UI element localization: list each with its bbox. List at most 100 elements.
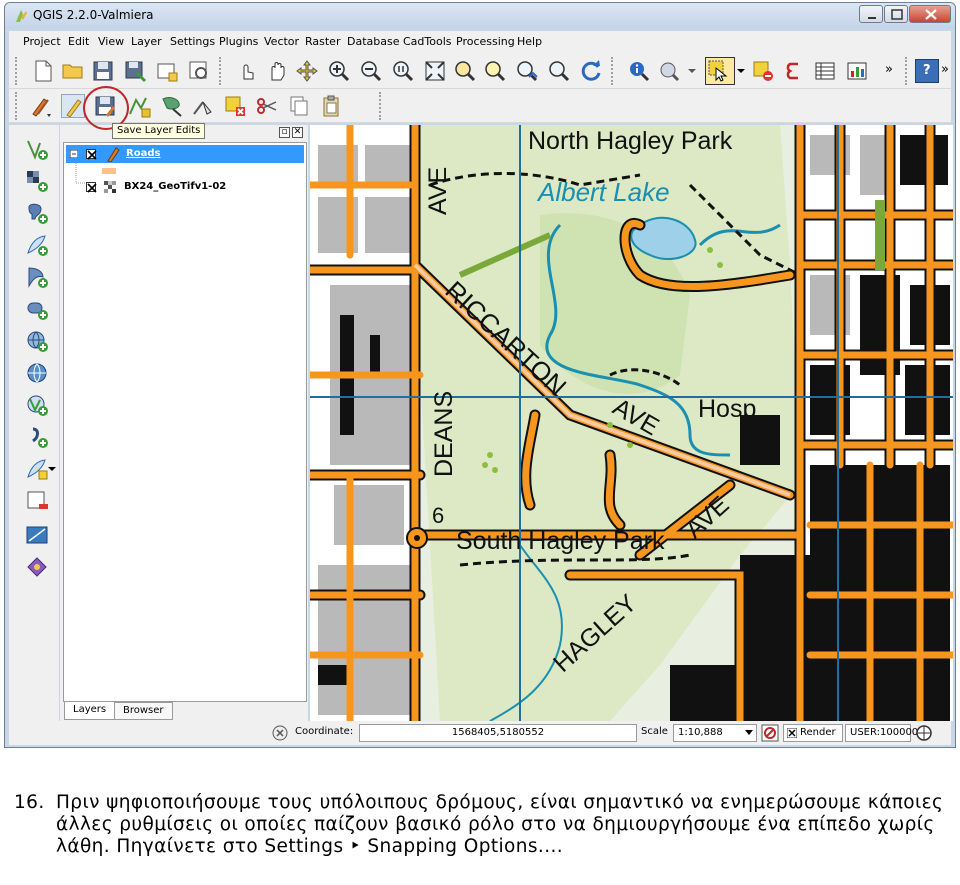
toolbar-grip[interactable] <box>905 57 909 85</box>
field-calculator-button[interactable] <box>781 59 805 83</box>
toolbar-grip[interactable] <box>15 92 19 120</box>
scale-combo[interactable]: 1:10,888 <box>673 724 757 742</box>
close-button[interactable] <box>909 5 951 23</box>
tab-layers[interactable]: Layers <box>64 702 116 720</box>
close-panel-button[interactable]: ✕ <box>292 127 303 138</box>
menu-cadtools[interactable]: CadTools <box>403 35 452 48</box>
toolbar-overflow-button[interactable]: » <box>885 62 893 77</box>
chevron-down-icon <box>737 69 745 73</box>
pan-map-button[interactable] <box>265 59 289 83</box>
new-layer-dropdown[interactable] <box>47 457 57 481</box>
toolbar-grip[interactable] <box>611 57 615 85</box>
help-button[interactable]: ? <box>915 59 939 83</box>
collapse-icon[interactable] <box>70 150 78 158</box>
node-tool-button[interactable] <box>191 94 215 118</box>
add-feature-button[interactable] <box>127 94 151 118</box>
action-dropdown[interactable] <box>685 59 699 83</box>
menu-edit[interactable]: Edit <box>68 35 89 48</box>
menu-vector[interactable]: Vector <box>264 35 299 48</box>
cut-features-button[interactable] <box>255 94 279 118</box>
zoom-1-1-icon <box>393 61 414 82</box>
add-raster-layer-button[interactable] <box>25 169 49 193</box>
minimize-button[interactable] <box>859 5 883 23</box>
add-oracle-layer-button[interactable] <box>25 297 49 321</box>
remove-layer-button[interactable] <box>25 489 49 513</box>
messages-icon[interactable] <box>271 724 289 742</box>
add-spatialite-layer-button[interactable] <box>25 233 49 257</box>
georeferencer-button[interactable] <box>25 523 49 547</box>
layer-row-roads[interactable]: Roads <box>66 145 304 163</box>
toolbar-overflow-button-2[interactable]: » <box>941 62 949 77</box>
add-vector-layer-button[interactable] <box>25 137 49 161</box>
composer-manager-icon <box>189 61 207 79</box>
menu-raster[interactable]: Raster <box>305 35 340 48</box>
coordinate-field[interactable]: 1568405,5180552 <box>359 724 637 742</box>
map-canvas[interactable]: North Hagley Park Albert Lake AVE RICCAR… <box>310 125 953 721</box>
zoom-actual-size-button[interactable] <box>391 59 415 83</box>
statistics-icon <box>847 62 867 80</box>
zoom-out-button[interactable] <box>359 59 383 83</box>
menu-layer[interactable]: Layer <box>131 35 162 48</box>
delete-selected-button[interactable] <box>223 94 247 118</box>
pan-to-selection-button[interactable] <box>295 59 319 83</box>
menu-database[interactable]: Database <box>347 35 400 48</box>
status-bar: Coordinate: 1568405,5180552 Scale 1:10,8… <box>9 721 951 745</box>
current-edits-button[interactable] <box>29 94 53 118</box>
menu-plugins[interactable]: Plugins <box>219 35 258 48</box>
add-wfs-layer-button[interactable] <box>25 393 49 417</box>
refresh-button[interactable] <box>579 59 603 83</box>
zoom-to-selection-button[interactable] <box>483 59 507 83</box>
zoom-to-layer-button[interactable] <box>453 59 477 83</box>
new-shapefile-button[interactable] <box>25 457 49 481</box>
add-postgis-layer-button[interactable] <box>25 201 49 225</box>
attribute-table-button[interactable] <box>813 59 837 83</box>
menu-project[interactable]: Project <box>23 35 61 48</box>
copy-icon <box>290 96 308 116</box>
plugin-icon-button[interactable] <box>25 555 49 579</box>
menu-view[interactable]: View <box>98 35 124 48</box>
add-delimited-text-button[interactable] <box>25 425 49 449</box>
menu-help[interactable]: Help <box>517 35 542 48</box>
new-print-composer-button[interactable] <box>155 59 179 83</box>
toggle-editing-button[interactable] <box>61 94 85 118</box>
new-project-button[interactable] <box>31 59 55 83</box>
menu-settings[interactable]: Settings <box>170 35 215 48</box>
touch-zoom-button[interactable] <box>235 59 259 83</box>
identify-features-button[interactable] <box>627 59 651 83</box>
open-project-button[interactable] <box>61 59 85 83</box>
tab-browser[interactable]: Browser <box>114 702 173 720</box>
layer-row-raster[interactable]: BX24_GeoTifv1-02 <box>66 178 304 196</box>
move-feature-button[interactable] <box>159 94 183 118</box>
paste-features-button[interactable] <box>319 94 343 118</box>
select-features-button[interactable] <box>705 57 735 85</box>
add-wms-layer-button[interactable] <box>25 329 49 353</box>
crs-globe-icon[interactable] <box>915 724 933 742</box>
run-feature-action-button[interactable] <box>657 59 681 83</box>
crs-status-button[interactable]: USER:100000 <box>845 724 918 742</box>
save-as-button[interactable] <box>123 59 147 83</box>
toolbar-grip[interactable] <box>219 57 223 85</box>
add-wcs-layer-button[interactable] <box>25 361 49 385</box>
select-dropdown[interactable] <box>735 59 747 83</box>
zoom-full-button[interactable] <box>423 59 447 83</box>
composer-manager-button[interactable] <box>187 59 211 83</box>
zoom-in-button[interactable] <box>327 59 351 83</box>
float-panel-button[interactable]: ▫ <box>279 127 290 138</box>
layer-visibility-checkbox[interactable] <box>86 149 97 160</box>
layer-visibility-checkbox[interactable] <box>86 182 97 193</box>
toolbar-grip[interactable] <box>15 57 19 85</box>
toolbar-grip[interactable] <box>379 92 383 120</box>
save-project-button[interactable] <box>91 59 115 83</box>
zoom-next-button[interactable] <box>547 59 571 83</box>
zoom-in-icon <box>329 61 350 82</box>
deselect-features-button[interactable] <box>751 59 775 83</box>
menu-processing[interactable]: Processing <box>456 35 515 48</box>
zoom-last-button[interactable] <box>515 59 539 83</box>
render-checkbox[interactable]: Render <box>783 724 843 742</box>
add-mssql-layer-button[interactable] <box>25 265 49 289</box>
stop-rendering-icon[interactable] <box>761 724 779 742</box>
menu-bar: Project Edit View Layer Settings Plugins… <box>9 31 951 53</box>
maximize-button[interactable] <box>884 5 908 23</box>
statistics-button[interactable] <box>845 59 869 83</box>
copy-features-button[interactable] <box>287 94 311 118</box>
